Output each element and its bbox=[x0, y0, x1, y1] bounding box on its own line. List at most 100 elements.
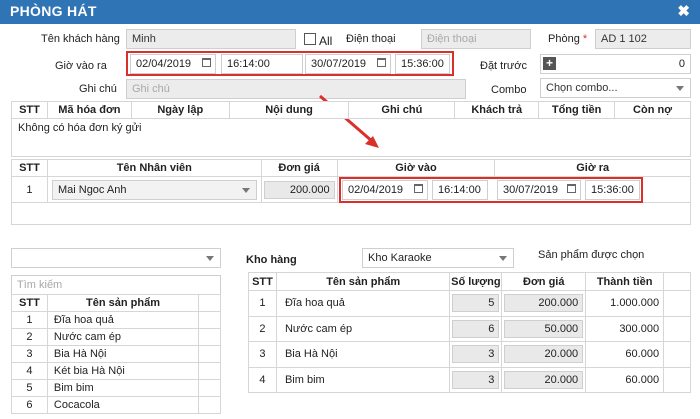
all-checkbox[interactable] bbox=[304, 33, 316, 45]
product-name: Bim bim bbox=[275, 366, 451, 393]
plus-icon[interactable]: + bbox=[543, 57, 556, 70]
table-row[interactable]: 1 Đĩa hoa quả 5 200.000 1.000.000 bbox=[248, 290, 691, 317]
invoice-table: STT Mã hóa đơn Ngày lập Nội dung Ghi chú… bbox=[11, 101, 691, 157]
row-stt: 3 bbox=[248, 341, 277, 368]
in-time-field[interactable]: 16:14:00 bbox=[221, 54, 303, 74]
out-date-field[interactable]: 30/07/2019 bbox=[305, 54, 391, 74]
in-date-field[interactable]: 02/04/2019 bbox=[130, 54, 216, 74]
col-header: Khách trả bbox=[454, 101, 540, 119]
phone-label: Điện thoại bbox=[346, 33, 396, 45]
row-stt: 5 bbox=[11, 379, 48, 397]
product-name: Bia Hà Nội bbox=[46, 345, 200, 363]
product-list-table: STT Tên sản phẩm 1 Đĩa hoa quả 2 Nước cam é… bbox=[11, 294, 221, 414]
phone-field[interactable]: Điện thoại bbox=[421, 29, 531, 49]
chevron-down-icon bbox=[206, 256, 214, 261]
calendar-icon[interactable] bbox=[202, 58, 211, 67]
room-label: Phòng * bbox=[548, 33, 588, 45]
close-icon[interactable]: ✖ bbox=[677, 2, 690, 20]
dialog-title: PHÒNG HÁT bbox=[10, 3, 97, 19]
calendar-icon[interactable] bbox=[377, 58, 386, 67]
customer-label: Tên khách hàng bbox=[41, 33, 120, 45]
col-header: Đơn giá bbox=[501, 272, 587, 291]
col-header: Số lượng bbox=[449, 272, 503, 291]
col-header: Giờ ra bbox=[494, 159, 691, 177]
product-name: Két bia Hà Nội bbox=[46, 362, 200, 380]
col-header: Đơn giá bbox=[260, 159, 338, 177]
row-stt: 4 bbox=[248, 366, 277, 393]
col-header: Nội dung bbox=[228, 101, 350, 119]
staff-out-date[interactable]: 30/07/2019 bbox=[497, 180, 581, 200]
list-item[interactable]: 3 Bia Hà Nội bbox=[11, 345, 221, 363]
list-item[interactable]: 6 Cocacola bbox=[11, 396, 221, 414]
col-header: STT bbox=[11, 294, 48, 312]
product-name: Nước cam ép bbox=[46, 328, 200, 346]
deposit-label: Đặt trước bbox=[480, 60, 527, 72]
row-stt: 2 bbox=[11, 328, 48, 346]
table-row[interactable]: 4 Bim bim 3 20.000 60.000 bbox=[248, 366, 691, 393]
product-name: Nước cam ép bbox=[275, 315, 451, 342]
note-label: Ghi chú bbox=[79, 83, 117, 95]
staff-price[interactable]: 200.000 bbox=[263, 180, 335, 199]
chevron-down-icon bbox=[676, 86, 684, 91]
qty-input[interactable]: 3 bbox=[452, 370, 500, 389]
product-name: Bim bim bbox=[46, 379, 200, 397]
col-header: Ghi chú bbox=[348, 101, 456, 119]
warehouse-select[interactable]: Kho Karaoke bbox=[362, 248, 514, 268]
row-total: 60.000 bbox=[585, 341, 665, 368]
col-header: STT bbox=[11, 101, 48, 119]
qty-input[interactable]: 5 bbox=[452, 294, 500, 313]
time-label: Giờ vào ra bbox=[55, 60, 107, 72]
col-header: Giờ vào bbox=[336, 159, 496, 177]
note-field[interactable]: Ghi chú bbox=[126, 79, 466, 99]
row-stt: 6 bbox=[11, 396, 48, 414]
row-stt: 1 bbox=[11, 311, 48, 329]
product-name: Đĩa hoa quả bbox=[275, 290, 451, 317]
list-item[interactable]: 5 Bim bim bbox=[11, 379, 221, 397]
row-total: 300.000 bbox=[585, 315, 665, 342]
row-stt: 2 bbox=[248, 315, 277, 342]
row-stt: 4 bbox=[11, 362, 48, 380]
combo-select[interactable]: Chọn combo... bbox=[540, 78, 691, 98]
calendar-icon[interactable] bbox=[414, 184, 423, 193]
row-total: 1.000.000 bbox=[585, 290, 665, 317]
category-select[interactable] bbox=[11, 248, 221, 268]
chevron-down-icon bbox=[241, 187, 250, 193]
room-field[interactable]: AD 1 102 bbox=[595, 29, 691, 49]
search-input[interactable]: Tìm kiếm bbox=[11, 275, 221, 295]
qty-input[interactable]: 3 bbox=[452, 345, 500, 364]
dialog-titlebar: PHÒNG HÁT ✖ bbox=[0, 0, 700, 24]
price-input[interactable]: 20.000 bbox=[504, 370, 584, 389]
staff-in-time[interactable]: 16:14:00 bbox=[432, 180, 488, 200]
list-item[interactable]: 4 Két bia Hà Nội bbox=[11, 362, 221, 380]
out-time-field[interactable]: 15:36:00 bbox=[395, 54, 450, 74]
row-stt: 3 bbox=[11, 345, 48, 363]
table-row[interactable]: 3 Bia Hà Nội 3 20.000 60.000 bbox=[248, 341, 691, 368]
price-input[interactable]: 20.000 bbox=[504, 345, 584, 364]
staff-select[interactable]: Mai Ngoc Anh bbox=[51, 179, 257, 200]
col-header: Tên sản phẩm bbox=[275, 272, 451, 291]
list-item[interactable]: 2 Nước cam ép bbox=[11, 328, 221, 346]
price-input[interactable]: 50.000 bbox=[504, 319, 584, 338]
table-row[interactable]: 2 Nước cam ép 6 50.000 300.000 bbox=[248, 315, 691, 342]
price-input[interactable]: 200.000 bbox=[504, 294, 584, 313]
required-mark: * bbox=[582, 33, 588, 45]
staff-out-time[interactable]: 15:36:00 bbox=[585, 180, 640, 200]
calendar-icon[interactable] bbox=[567, 184, 576, 193]
empty-message: Không có hóa đơn ký gửi bbox=[11, 118, 691, 157]
list-item[interactable]: 1 Đĩa hoa quả bbox=[11, 311, 221, 329]
qty-input[interactable]: 6 bbox=[452, 319, 500, 338]
customer-field[interactable]: Minh bbox=[126, 29, 296, 49]
product-name: Cocacola bbox=[46, 396, 200, 414]
col-header: Tên Nhân viên bbox=[46, 159, 262, 177]
col-header: Ngày lập bbox=[130, 101, 230, 119]
deposit-field[interactable]: +0 bbox=[540, 54, 691, 74]
col-header: Mã hóa đơn bbox=[46, 101, 132, 119]
staff-in-date[interactable]: 02/04/2019 bbox=[342, 180, 428, 200]
staff-stt: 1 bbox=[11, 176, 48, 203]
warehouse-label: Kho hàng bbox=[246, 254, 297, 266]
product-name: Bia Hà Nội bbox=[275, 341, 451, 368]
product-name: Đĩa hoa quả bbox=[46, 311, 200, 329]
col-header: Thành tiền bbox=[585, 272, 665, 291]
col-header: Tên sản phẩm bbox=[46, 294, 200, 312]
col-header: STT bbox=[248, 272, 277, 291]
